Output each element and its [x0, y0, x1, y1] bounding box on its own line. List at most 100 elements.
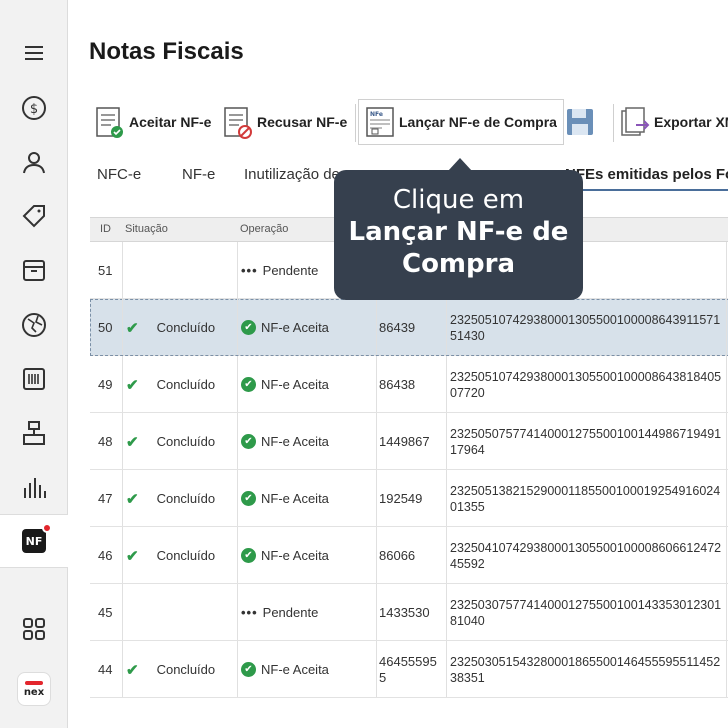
check-circle-icon: ✔ — [241, 662, 256, 677]
status-text: Concluído — [156, 434, 216, 449]
sidebar-item-global[interactable] — [0, 298, 68, 352]
cell-numero: 86439 — [379, 319, 416, 335]
accept-nfe-button[interactable]: Aceitar NF-e — [95, 100, 211, 144]
access-key-text: 2325030515432800018655001464555955114523… — [450, 654, 721, 685]
floppy-disk-icon — [567, 109, 593, 135]
toolbar-divider — [613, 104, 614, 142]
globe-icon — [22, 313, 46, 337]
table-row[interactable]: 50 ✔ Concluído ✔ NF-e Aceita 86439 23250510742… — [90, 299, 728, 356]
tab-nfce[interactable]: NFC-e — [97, 166, 141, 183]
cell-id: 46 — [98, 548, 113, 563]
user-icon — [23, 152, 45, 174]
column-header-situacao[interactable]: Situação — [125, 223, 168, 235]
tab-nfe[interactable]: NF-e — [182, 166, 215, 183]
status-text: Concluído — [156, 548, 216, 563]
notification-dot — [42, 523, 52, 533]
reject-nfe-label: Recusar NF-e — [257, 114, 348, 130]
cell-chave: 2325050757741400012755001001449867194911… — [450, 413, 722, 470]
tab-nfes-fornecedores[interactable]: NFEs emitidas pelos Fo — [565, 166, 728, 191]
document-block-icon — [224, 107, 252, 139]
nex-logo-button[interactable]: nex — [0, 662, 68, 716]
status-text: Concluído — [156, 320, 216, 335]
column-header-operacao[interactable]: Operação — [240, 223, 288, 235]
sidebar-item-reports[interactable] — [0, 461, 68, 515]
save-button[interactable] — [565, 100, 599, 144]
tab-inutilizacao[interactable]: Inutilização de — [244, 166, 340, 183]
cell-chave: 2325041074293800013055001000086066124724… — [450, 527, 722, 584]
cell-operacao: ✔ NF-e Aceita — [241, 527, 329, 584]
status-text: Concluído — [156, 491, 216, 506]
table-row[interactable]: 49 ✔ Concluído ✔ NF-e Aceita 86438 23250510742… — [90, 356, 728, 413]
column-header-id[interactable]: ID — [100, 223, 111, 235]
operation-text: NF-e Aceita — [261, 491, 329, 506]
export-documents-icon — [621, 107, 650, 136]
check-icon: ✔ — [126, 547, 139, 565]
box-icon — [23, 260, 45, 281]
sidebar: $ NF nex — [0, 0, 68, 728]
cell-operacao: ✔ NF-e Aceita — [241, 641, 329, 698]
check-icon: ✔ — [126, 490, 139, 508]
table-row[interactable]: 48 ✔ Concluído ✔ NF-e Aceita 1449867 232505075… — [90, 413, 728, 470]
cell-chave: 2325051074293800013055001000086438184050… — [450, 356, 722, 413]
sidebar-item-stock[interactable] — [0, 243, 68, 297]
access-key-text: 2325051382152900011855001000192549160240… — [450, 483, 721, 514]
sidebar-item-finance[interactable]: $ — [0, 81, 68, 135]
cell-numero: 192549 — [379, 490, 423, 506]
nfe-document-icon: NFe — [366, 107, 394, 137]
check-icon: ✔ — [126, 319, 139, 337]
tooltip-line-1: Clique em — [392, 185, 525, 215]
bar-chart-icon — [24, 478, 46, 498]
sidebar-item-users[interactable] — [0, 135, 68, 189]
cell-chave: 2325051382152900011855001000192549160240… — [450, 470, 722, 527]
menu-button[interactable] — [0, 26, 68, 80]
check-circle-icon: ✔ — [241, 434, 256, 449]
access-key-text: 2325041074293800013055001000086066124724… — [450, 540, 722, 571]
sidebar-item-products[interactable] — [0, 189, 68, 243]
status-text: Concluído — [156, 662, 216, 677]
barcode-icon — [23, 368, 45, 390]
launch-purchase-nfe-button[interactable]: NFe Lançar NF-e de Compra — [359, 100, 563, 144]
svg-text:$: $ — [30, 102, 38, 117]
toolbar-divider — [355, 104, 356, 142]
cell-operacao: ✔ NF-e Aceita — [241, 413, 329, 470]
table-row[interactable]: 46 ✔ Concluído ✔ NF-e Aceita 86066 23250410742… — [90, 527, 728, 584]
cell-id: 50 — [98, 320, 113, 335]
cell-numero: 464555955 — [379, 653, 437, 685]
table-row[interactable]: 47 ✔ Concluído ✔ NF-e Aceita 192549 2325051382… — [90, 470, 728, 527]
cell-id: 45 — [98, 605, 113, 620]
operation-text: NF-e Aceita — [261, 662, 329, 677]
cell-numero: 86066 — [379, 547, 416, 563]
access-key-text: 2325051074293800013055001000086438184050… — [450, 369, 722, 400]
operation-text: NF-e Aceita — [261, 548, 329, 563]
operation-text: Pendente — [262, 263, 319, 278]
cell-operacao: ✔ NF-e Aceita — [241, 356, 329, 413]
check-circle-icon: ✔ — [241, 320, 256, 335]
sidebar-item-notas-fiscais[interactable]: NF — [0, 514, 68, 568]
document-check-icon — [96, 107, 123, 138]
check-icon: ✔ — [126, 376, 139, 394]
cell-operacao: ••• Pendente — [241, 584, 318, 641]
cell-numero: 1449867 — [379, 433, 430, 449]
table-row[interactable]: 44 ✔ Concluído ✔ NF-e Aceita 464555955 2325030… — [90, 641, 728, 698]
reject-nfe-button[interactable]: Recusar NF-e — [223, 100, 347, 144]
more-dots-icon: ••• — [241, 263, 258, 278]
sidebar-item-barcode[interactable] — [0, 352, 68, 406]
operation-text: NF-e Aceita — [261, 434, 329, 449]
nex-logo: nex — [17, 672, 51, 706]
tag-icon — [22, 205, 45, 228]
sidebar-item-apps[interactable] — [0, 602, 68, 656]
export-xml-button[interactable]: Exportar XM — [620, 100, 728, 144]
cell-id: 44 — [98, 662, 113, 677]
operation-text: NF-e Aceita — [261, 377, 329, 392]
accept-nfe-label: Aceitar NF-e — [129, 114, 212, 130]
launch-purchase-nfe-label: Lançar NF-e de Compra — [399, 114, 557, 130]
cell-numero: 86438 — [379, 376, 416, 392]
main-content: Notas Fiscais Aceitar NF-e Recusar NF-e … — [68, 0, 728, 728]
tooltip-line-2: Lançar NF-e de — [348, 217, 569, 247]
cell-id: 47 — [98, 491, 113, 506]
cell-operacao: ✔ NF-e Aceita — [241, 299, 329, 356]
table-row[interactable]: 45 ••• Pendente 1433530 23250307577414000127… — [90, 584, 728, 641]
operation-text: Pendente — [262, 605, 319, 620]
sidebar-item-integrations[interactable] — [0, 406, 68, 460]
page-title: Notas Fiscais — [89, 38, 244, 65]
